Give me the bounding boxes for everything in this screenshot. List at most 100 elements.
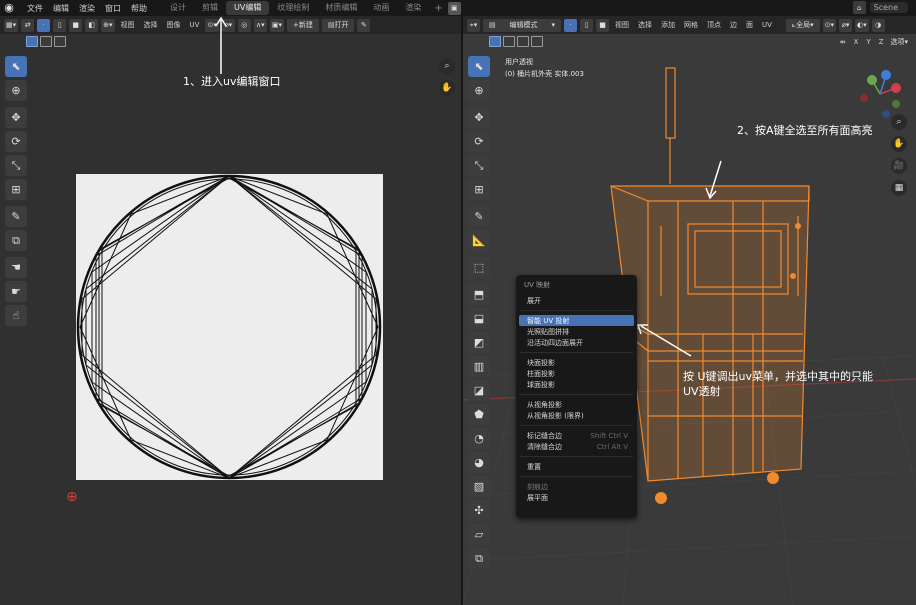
mirror-icon[interactable]: ⇹	[837, 38, 849, 46]
tab-rendering[interactable]: 渲染	[397, 1, 429, 15]
vp-rotate-tool-icon[interactable]: ⟳	[468, 131, 490, 152]
vp-overlay-icon[interactable]: ◐▾	[855, 18, 869, 32]
vp-shrink-tool-icon[interactable]: ✣	[468, 500, 490, 521]
vp-snap-icon[interactable]: ⌀▾	[839, 18, 853, 32]
uv-menu-item[interactable]: 球面投影	[519, 379, 634, 390]
image-browse-icon[interactable]: ▣▾	[269, 18, 284, 32]
scale-tool-icon[interactable]: ⤡	[5, 155, 27, 176]
menu-uv[interactable]: UV	[187, 21, 203, 29]
pin-icon[interactable]: ✎	[357, 18, 371, 32]
viewport-type-icon[interactable]: ⌖▾	[467, 18, 480, 32]
select-mode-subtract[interactable]	[54, 36, 66, 47]
scene-browse-icon[interactable]: ⌂	[852, 1, 866, 14]
vp-pivot-icon[interactable]: ⊙▾	[822, 18, 837, 32]
uv-image-canvas[interactable]	[76, 174, 383, 480]
menu-file[interactable]: 文件	[22, 3, 48, 14]
vp-menu-uv[interactable]: UV	[759, 21, 775, 29]
mode-dropdown[interactable]: ▤ 编辑模式 ▾	[483, 18, 561, 32]
uv-menu-item[interactable]: 刻痕边	[519, 481, 634, 492]
uv-menu-item[interactable]: 从视角投影 (限界)	[519, 410, 634, 421]
vp-spin-tool-icon[interactable]: ◔	[468, 428, 490, 449]
uv-menu-item[interactable]: 展平面	[519, 492, 634, 503]
vp-measure-tool-icon[interactable]: 📐	[468, 230, 490, 251]
vp-annotate-tool-icon[interactable]: ✎	[468, 206, 490, 227]
editor-type-icon[interactable]: ▦▾	[4, 18, 19, 32]
vp-loopcut-tool-icon[interactable]: ▥	[468, 356, 490, 377]
edge-select-icon[interactable]: ▯	[53, 18, 67, 32]
vp-menu-mesh[interactable]: 网格	[681, 20, 701, 30]
vp-select-mode-invert[interactable]	[531, 36, 543, 47]
uv-menu-item[interactable]: 智能 UV 投射	[519, 315, 634, 326]
ortho-toggle-icon[interactable]: ▦	[891, 180, 907, 196]
scene-icon[interactable]: ▣	[447, 1, 461, 15]
menu-window[interactable]: 窗口	[100, 3, 126, 14]
menu-select[interactable]: 选择	[141, 20, 161, 30]
face-mode-icon[interactable]: ■	[596, 18, 609, 32]
vp-select-mode-set[interactable]	[489, 36, 501, 47]
tab-shading[interactable]: 材质编辑	[317, 1, 365, 15]
axis-z-toggle[interactable]: Z	[876, 38, 887, 46]
vp-add-cube-tool-icon[interactable]: ⬚	[468, 257, 490, 278]
vp-pan-hand-icon[interactable]: ✋	[891, 136, 907, 152]
pan-hand-icon[interactable]: ✋	[439, 80, 455, 96]
zoom-icon[interactable]: ⌕	[439, 58, 455, 74]
uv-menu-item[interactable]: 标记缝合边 Shift Ctrl V	[519, 430, 634, 441]
face-select-icon[interactable]: ■	[69, 18, 83, 32]
add-workspace-icon[interactable]: +	[429, 3, 447, 14]
uv-menu-item[interactable]: 柱面投影	[519, 368, 634, 379]
falloff-icon[interactable]: ∧▾	[253, 18, 267, 32]
vp-scale-tool-icon[interactable]: ⤡	[468, 155, 490, 176]
vp-menu-face[interactable]: 面	[743, 20, 756, 30]
vp-bevel-tool-icon[interactable]: ◩	[468, 332, 490, 353]
uv-menu-item[interactable]: 沿活动四边面展开	[519, 337, 634, 348]
uv-menu-item[interactable]: 块面投影	[519, 357, 634, 368]
vp-menu-edge[interactable]: 边	[727, 20, 740, 30]
select-mode-extend[interactable]	[40, 36, 52, 47]
vp-transform-tool-icon[interactable]: ⊞	[468, 179, 490, 200]
island-select-icon[interactable]: ◧	[85, 18, 99, 32]
cursor-tool-icon[interactable]: ⊕	[5, 80, 27, 101]
tab-layout[interactable]: 设计	[162, 1, 194, 15]
annotate-tool-icon[interactable]: ✎	[5, 206, 27, 227]
vertex-select-icon[interactable]: ·	[37, 18, 51, 32]
tab-animation[interactable]: 动画	[365, 1, 397, 15]
scene-selector[interactable]: ⌂ Scene	[852, 1, 908, 14]
uv-menu-item[interactable]: 清除缝合边 Ctrl Alt V	[519, 441, 634, 452]
vp-shading-icon[interactable]: ◑	[871, 18, 885, 32]
new-image-button[interactable]: + 新建	[286, 18, 319, 32]
vp-polybuild-tool-icon[interactable]: ⬟	[468, 404, 490, 425]
vp-menu-add[interactable]: 添加	[658, 20, 678, 30]
menu-view[interactable]: 视图	[118, 20, 138, 30]
rip-tool-icon[interactable]: ⧉	[5, 230, 27, 251]
uv-menu-item[interactable]: 重置	[519, 461, 634, 472]
vp-edge-slide-tool-icon[interactable]: ▧	[468, 476, 490, 497]
vp-select-tool-icon[interactable]: ⬉	[468, 56, 490, 77]
options-dropdown[interactable]: 选项 ▾	[888, 35, 910, 48]
vp-shear-tool-icon[interactable]: ▱	[468, 524, 490, 545]
sticky-select-icon[interactable]: ⊕▾	[101, 18, 115, 32]
axis-y-toggle[interactable]: Y	[863, 38, 873, 46]
camera-view-icon[interactable]: 🎥	[891, 158, 907, 174]
grab-tool-icon[interactable]: ☚	[5, 257, 27, 278]
transform-tool-icon[interactable]: ⊞	[5, 179, 27, 200]
vp-select-mode-extend[interactable]	[503, 36, 515, 47]
vertex-mode-icon[interactable]: ·	[564, 18, 577, 32]
tab-uv-editing[interactable]: UV编辑	[226, 1, 270, 15]
tab-texture-paint[interactable]: 纹理绘制	[269, 1, 317, 15]
edge-mode-icon[interactable]: ▯	[580, 18, 593, 32]
vp-menu-vertex[interactable]: 顶点	[704, 20, 724, 30]
blender-logo-icon[interactable]: ◉	[2, 1, 16, 15]
vp-smooth-tool-icon[interactable]: ◕	[468, 452, 490, 473]
uv-menu-item[interactable]: 光照贴图拼排	[519, 326, 634, 337]
vp-cursor-tool-icon[interactable]: ⊕	[468, 80, 490, 101]
tab-modeling[interactable]: 剪辑	[194, 1, 226, 15]
menu-edit[interactable]: 编辑	[48, 3, 74, 14]
vp-inset-tool-icon[interactable]: ⬓	[468, 308, 490, 329]
select-tool-icon[interactable]: ⬉	[5, 56, 27, 77]
uv-menu-item[interactable]: 展开	[519, 295, 634, 306]
scene-name[interactable]: Scene	[869, 2, 908, 13]
vp-extrude-tool-icon[interactable]: ⬒	[468, 284, 490, 305]
uv-menu-item[interactable]: 从视角投影	[519, 399, 634, 410]
vp-menu-select[interactable]: 选择	[635, 20, 655, 30]
proportional-edit-icon[interactable]: ◎	[237, 18, 251, 32]
